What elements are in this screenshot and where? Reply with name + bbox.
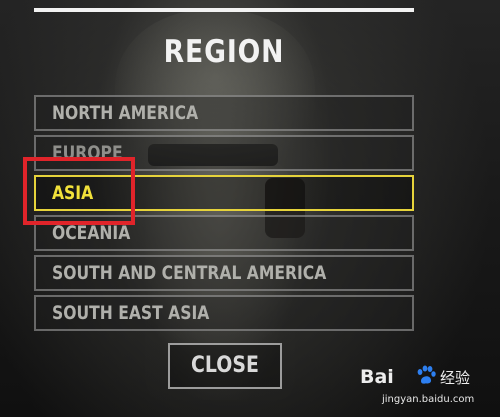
top-divider (34, 8, 414, 12)
watermark-logo-text: Bai (360, 366, 394, 388)
region-option-oceania[interactable]: OCEANIA (34, 215, 414, 251)
region-option-label: EUROPE (52, 142, 123, 164)
watermark-url: jingyan.baidu.com (382, 394, 475, 405)
region-option-label: SOUTH EAST ASIA (52, 302, 210, 324)
region-option-south-and-central-america[interactable]: SOUTH AND CENTRAL AMERICA (34, 255, 414, 291)
paw-icon (417, 365, 436, 384)
region-option-label: SOUTH AND CENTRAL AMERICA (52, 262, 327, 284)
baidu-jingyan-watermark: Bai 经验 jingyan.baidu.com (360, 364, 495, 412)
watermark-logo-bai: Bai (360, 366, 394, 388)
region-option-label: NORTH AMERICA (52, 102, 199, 124)
region-option-label: OCEANIA (52, 222, 131, 244)
dialog-title: REGION (163, 34, 285, 70)
close-button-label: CLOSE (191, 353, 259, 378)
region-option-south-east-asia[interactable]: SOUTH EAST ASIA (34, 295, 414, 331)
region-option-asia[interactable]: ASIA (34, 175, 414, 211)
watermark-logo-cn: 经验 (440, 369, 471, 387)
region-option-europe[interactable]: EUROPE (34, 135, 414, 171)
region-option-north-america[interactable]: NORTH AMERICA (34, 95, 414, 131)
region-option-label: ASIA (52, 182, 94, 204)
close-button[interactable]: CLOSE (168, 343, 282, 389)
game-screen: REGION NORTH AMERICA EUROPE ASIA OCEANIA… (0, 0, 500, 417)
